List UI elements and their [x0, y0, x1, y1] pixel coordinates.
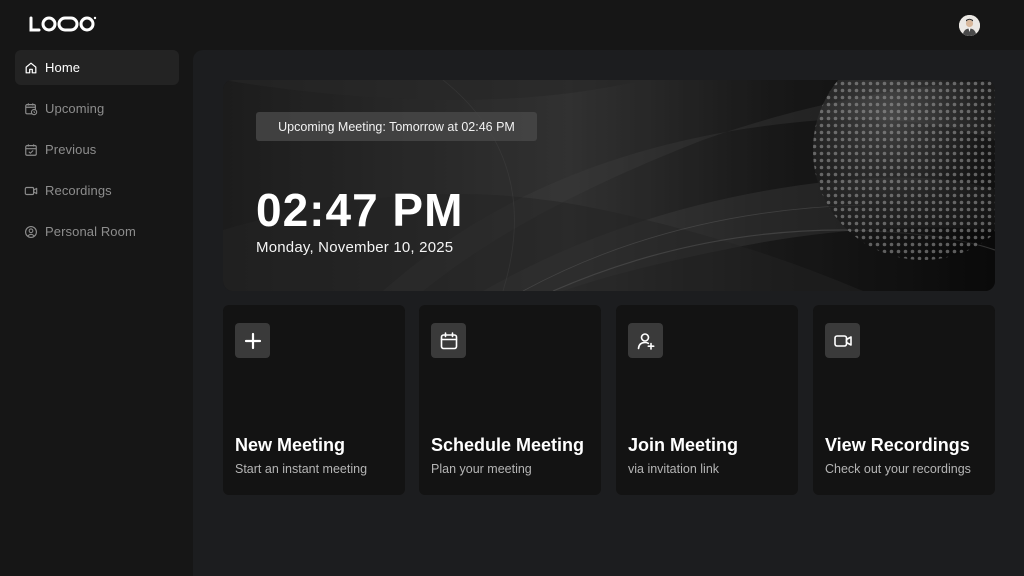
main-content: Upcoming Meeting: Tomorrow at 02:46 PM 0…	[193, 50, 1024, 576]
video-icon	[825, 323, 860, 358]
sidebar-item-label: Recordings	[45, 183, 112, 198]
video-icon	[24, 184, 38, 198]
calendar-icon	[431, 323, 466, 358]
logo-mark	[29, 16, 97, 32]
new-meeting-card[interactable]: New Meeting Start an instant meeting	[223, 305, 405, 495]
card-subtitle: Start an instant meeting	[235, 462, 368, 476]
sidebar-item-recordings[interactable]: Recordings	[15, 173, 179, 208]
top-bar	[0, 0, 1024, 50]
sidebar-item-personal-room[interactable]: Personal Room	[15, 214, 179, 249]
user-circle-icon	[24, 225, 38, 239]
card-subtitle: Plan your meeting	[431, 462, 532, 476]
sidebar-item-label: Personal Room	[45, 224, 136, 239]
card-subtitle: via invitation link	[628, 462, 720, 476]
sidebar-item-previous[interactable]: Previous	[15, 132, 179, 167]
home-icon	[24, 61, 38, 75]
view-recordings-card[interactable]: View Recordings Check out your recording…	[813, 305, 995, 495]
sidebar: Home Upcoming Previous Recordings Person…	[0, 50, 193, 576]
calendar-clock-icon	[24, 102, 38, 116]
calendar-check-icon	[24, 143, 38, 157]
current-date: Monday, November 10, 2025	[256, 239, 454, 256]
sidebar-item-label: Upcoming	[45, 101, 105, 116]
sidebar-item-home[interactable]: Home	[15, 50, 179, 85]
upcoming-meeting-badge: Upcoming Meeting: Tomorrow at 02:46 PM	[256, 112, 537, 141]
logo[interactable]	[29, 14, 97, 34]
sidebar-item-label: Home	[45, 60, 81, 75]
card-title: Join Meeting	[628, 435, 739, 455]
card-title: New Meeting	[235, 435, 346, 455]
card-subtitle: Check out your recordings	[825, 462, 971, 476]
schedule-meeting-card[interactable]: Schedule Meeting Plan your meeting	[419, 305, 601, 495]
current-time: 02:47 PM	[256, 184, 464, 236]
join-meeting-card[interactable]: Join Meeting via invitation link	[616, 305, 798, 495]
app-root: Home Upcoming Previous Recordings Person…	[0, 0, 1024, 576]
user-avatar[interactable]	[959, 15, 980, 36]
avatar-icon	[959, 15, 980, 36]
user-add-icon	[628, 323, 663, 358]
plus-icon	[235, 323, 270, 358]
sidebar-item-upcoming[interactable]: Upcoming	[15, 91, 179, 126]
card-title: View Recordings	[825, 435, 970, 455]
card-title: Schedule Meeting	[431, 435, 585, 455]
hero-banner: Upcoming Meeting: Tomorrow at 02:46 PM 0…	[223, 80, 995, 291]
sidebar-item-label: Previous	[45, 142, 97, 157]
